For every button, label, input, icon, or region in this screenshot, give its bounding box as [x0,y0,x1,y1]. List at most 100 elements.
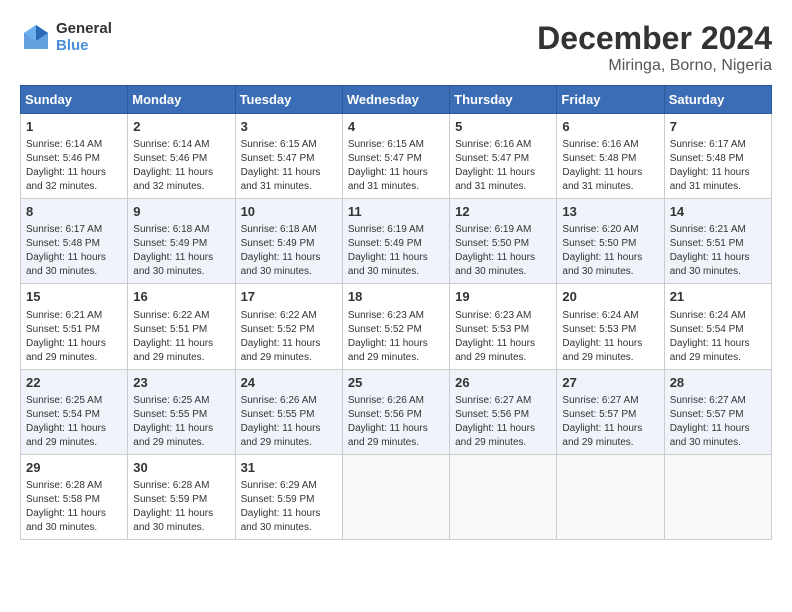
day-info: Sunrise: 6:20 AM Sunset: 5:50 PM Dayligh… [562,223,658,279]
calendar-day-cell: 29 Sunrise: 6:28 AM Sunset: 5:58 PM Dayli… [21,454,128,539]
day-number: 7 [670,118,766,136]
calendar-day-cell: 7 Sunrise: 6:17 AM Sunset: 5:48 PM Daylig… [664,114,771,199]
day-number: 12 [455,203,551,221]
day-number: 20 [562,288,658,306]
day-number: 23 [133,374,229,392]
day-number: 15 [26,288,122,306]
calendar-header-row: Sunday Monday Tuesday Wednesday Thursday… [21,86,772,114]
col-thursday: Thursday [450,86,557,114]
day-number: 3 [241,118,337,136]
calendar-day-cell: 28 Sunrise: 6:27 AM Sunset: 5:57 PM Dayli… [664,369,771,454]
day-info: Sunrise: 6:25 AM Sunset: 5:54 PM Dayligh… [26,394,122,450]
day-info: Sunrise: 6:15 AM Sunset: 5:47 PM Dayligh… [348,138,444,194]
calendar-day-cell: 16 Sunrise: 6:22 AM Sunset: 5:51 PM Dayli… [128,284,235,369]
day-number: 31 [241,459,337,477]
calendar-table: Sunday Monday Tuesday Wednesday Thursday… [20,85,772,540]
calendar-week-row: 15 Sunrise: 6:21 AM Sunset: 5:51 PM Dayli… [21,284,772,369]
calendar-day-cell: 19Sunrise: 6:23 AM Sunset: 5:53 PM Dayli… [450,284,557,369]
day-number: 2 [133,118,229,136]
col-wednesday: Wednesday [342,86,449,114]
calendar-day-cell: 1 Sunrise: 6:14 AM Sunset: 5:46 PM Daylig… [21,114,128,199]
calendar-day-cell [664,454,771,539]
calendar-day-cell [450,454,557,539]
day-info: Sunrise: 6:28 AM Sunset: 5:59 PM Dayligh… [133,479,229,535]
col-friday: Friday [557,86,664,114]
day-info: Sunrise: 6:27 AM Sunset: 5:57 PM Dayligh… [670,394,766,450]
calendar-day-cell: 12 Sunrise: 6:19 AM Sunset: 5:50 PM Dayli… [450,199,557,284]
calendar-day-cell: 4 Sunrise: 6:15 AM Sunset: 5:47 PM Daylig… [342,114,449,199]
day-number: 16 [133,288,229,306]
logo-text: General Blue [56,20,112,54]
calendar-week-row: 8Sunrise: 6:17 AM Sunset: 5:48 PM Daylig… [21,199,772,284]
page-header: General Blue December 2024 Miringa, Born… [20,20,772,75]
day-info: Sunrise: 6:19 AM Sunset: 5:50 PM Dayligh… [455,223,551,279]
day-number: 9 [133,203,229,221]
calendar-day-cell: 25 Sunrise: 6:26 AM Sunset: 5:56 PM Dayli… [342,369,449,454]
page-title: December 2024 [537,20,772,57]
day-number: 30 [133,459,229,477]
day-info: Sunrise: 6:15 AM Sunset: 5:47 PM Dayligh… [241,138,337,194]
day-info: Sunrise: 6:28 AM Sunset: 5:58 PM Dayligh… [26,479,122,535]
day-info: Sunrise: 6:22 AM Sunset: 5:52 PM Dayligh… [241,309,337,365]
day-info: Sunrise: 6:16 AM Sunset: 5:47 PM Dayligh… [455,138,551,194]
day-number: 17 [241,288,337,306]
calendar-day-cell: 27 Sunrise: 6:27 AM Sunset: 5:57 PM Dayli… [557,369,664,454]
calendar-week-row: 29 Sunrise: 6:28 AM Sunset: 5:58 PM Dayli… [21,454,772,539]
day-number: 10 [241,203,337,221]
day-info: Sunrise: 6:24 AM Sunset: 5:53 PM Dayligh… [562,309,658,365]
col-tuesday: Tuesday [235,86,342,114]
day-info: Sunrise: 6:23 AM Sunset: 5:53 PM Dayligh… [455,309,551,365]
calendar-day-cell: 9 Sunrise: 6:18 AM Sunset: 5:49 PM Daylig… [128,199,235,284]
title-block: December 2024 Miringa, Borno, Nigeria [537,20,772,75]
day-info: Sunrise: 6:21 AM Sunset: 5:51 PM Dayligh… [670,223,766,279]
col-saturday: Saturday [664,86,771,114]
day-info: Sunrise: 6:17 AM Sunset: 5:48 PM Dayligh… [26,223,122,279]
calendar-day-cell: 21Sunrise: 6:24 AM Sunset: 5:54 PM Dayli… [664,284,771,369]
day-number: 14 [670,203,766,221]
day-number: 6 [562,118,658,136]
calendar-day-cell: 24 Sunrise: 6:26 AM Sunset: 5:55 PM Dayli… [235,369,342,454]
day-info: Sunrise: 6:14 AM Sunset: 5:46 PM Dayligh… [26,138,122,194]
day-info: Sunrise: 6:29 AM Sunset: 5:59 PM Dayligh… [241,479,337,535]
calendar-day-cell [342,454,449,539]
day-info: Sunrise: 6:14 AM Sunset: 5:46 PM Dayligh… [133,138,229,194]
day-info: Sunrise: 6:21 AM Sunset: 5:51 PM Dayligh… [26,309,122,365]
day-info: Sunrise: 6:22 AM Sunset: 5:51 PM Dayligh… [133,309,229,365]
day-number: 24 [241,374,337,392]
calendar-day-cell: 15 Sunrise: 6:21 AM Sunset: 5:51 PM Dayli… [21,284,128,369]
calendar-day-cell: 6 Sunrise: 6:16 AM Sunset: 5:48 PM Daylig… [557,114,664,199]
day-info: Sunrise: 6:25 AM Sunset: 5:55 PM Dayligh… [133,394,229,450]
day-number: 13 [562,203,658,221]
logo: General Blue [20,20,112,54]
calendar-day-cell: 18Sunrise: 6:23 AM Sunset: 5:52 PM Dayli… [342,284,449,369]
calendar-day-cell: 22Sunrise: 6:25 AM Sunset: 5:54 PM Dayli… [21,369,128,454]
day-info: Sunrise: 6:18 AM Sunset: 5:49 PM Dayligh… [241,223,337,279]
calendar-day-cell: 20 Sunrise: 6:24 AM Sunset: 5:53 PM Dayli… [557,284,664,369]
day-info: Sunrise: 6:18 AM Sunset: 5:49 PM Dayligh… [133,223,229,279]
day-info: Sunrise: 6:16 AM Sunset: 5:48 PM Dayligh… [562,138,658,194]
day-number: 25 [348,374,444,392]
day-number: 4 [348,118,444,136]
day-info: Sunrise: 6:26 AM Sunset: 5:55 PM Dayligh… [241,394,337,450]
calendar-day-cell: 8Sunrise: 6:17 AM Sunset: 5:48 PM Daylig… [21,199,128,284]
day-info: Sunrise: 6:27 AM Sunset: 5:57 PM Dayligh… [562,394,658,450]
logo-icon [20,23,52,51]
day-number: 26 [455,374,551,392]
col-sunday: Sunday [21,86,128,114]
day-number: 27 [562,374,658,392]
calendar-day-cell: 31 Sunrise: 6:29 AM Sunset: 5:59 PM Dayli… [235,454,342,539]
calendar-day-cell: 13 Sunrise: 6:20 AM Sunset: 5:50 PM Dayli… [557,199,664,284]
day-info: Sunrise: 6:24 AM Sunset: 5:54 PM Dayligh… [670,309,766,365]
day-info: Sunrise: 6:23 AM Sunset: 5:52 PM Dayligh… [348,309,444,365]
day-number: 11 [348,203,444,221]
calendar-day-cell: 3 Sunrise: 6:15 AM Sunset: 5:47 PM Daylig… [235,114,342,199]
day-info: Sunrise: 6:19 AM Sunset: 5:49 PM Dayligh… [348,223,444,279]
calendar-day-cell: 17 Sunrise: 6:22 AM Sunset: 5:52 PM Dayli… [235,284,342,369]
day-info: Sunrise: 6:26 AM Sunset: 5:56 PM Dayligh… [348,394,444,450]
day-number: 1 [26,118,122,136]
day-number: 29 [26,459,122,477]
day-number: 28 [670,374,766,392]
calendar-day-cell [557,454,664,539]
day-info: Sunrise: 6:17 AM Sunset: 5:48 PM Dayligh… [670,138,766,194]
calendar-day-cell: 10 Sunrise: 6:18 AM Sunset: 5:49 PM Dayli… [235,199,342,284]
